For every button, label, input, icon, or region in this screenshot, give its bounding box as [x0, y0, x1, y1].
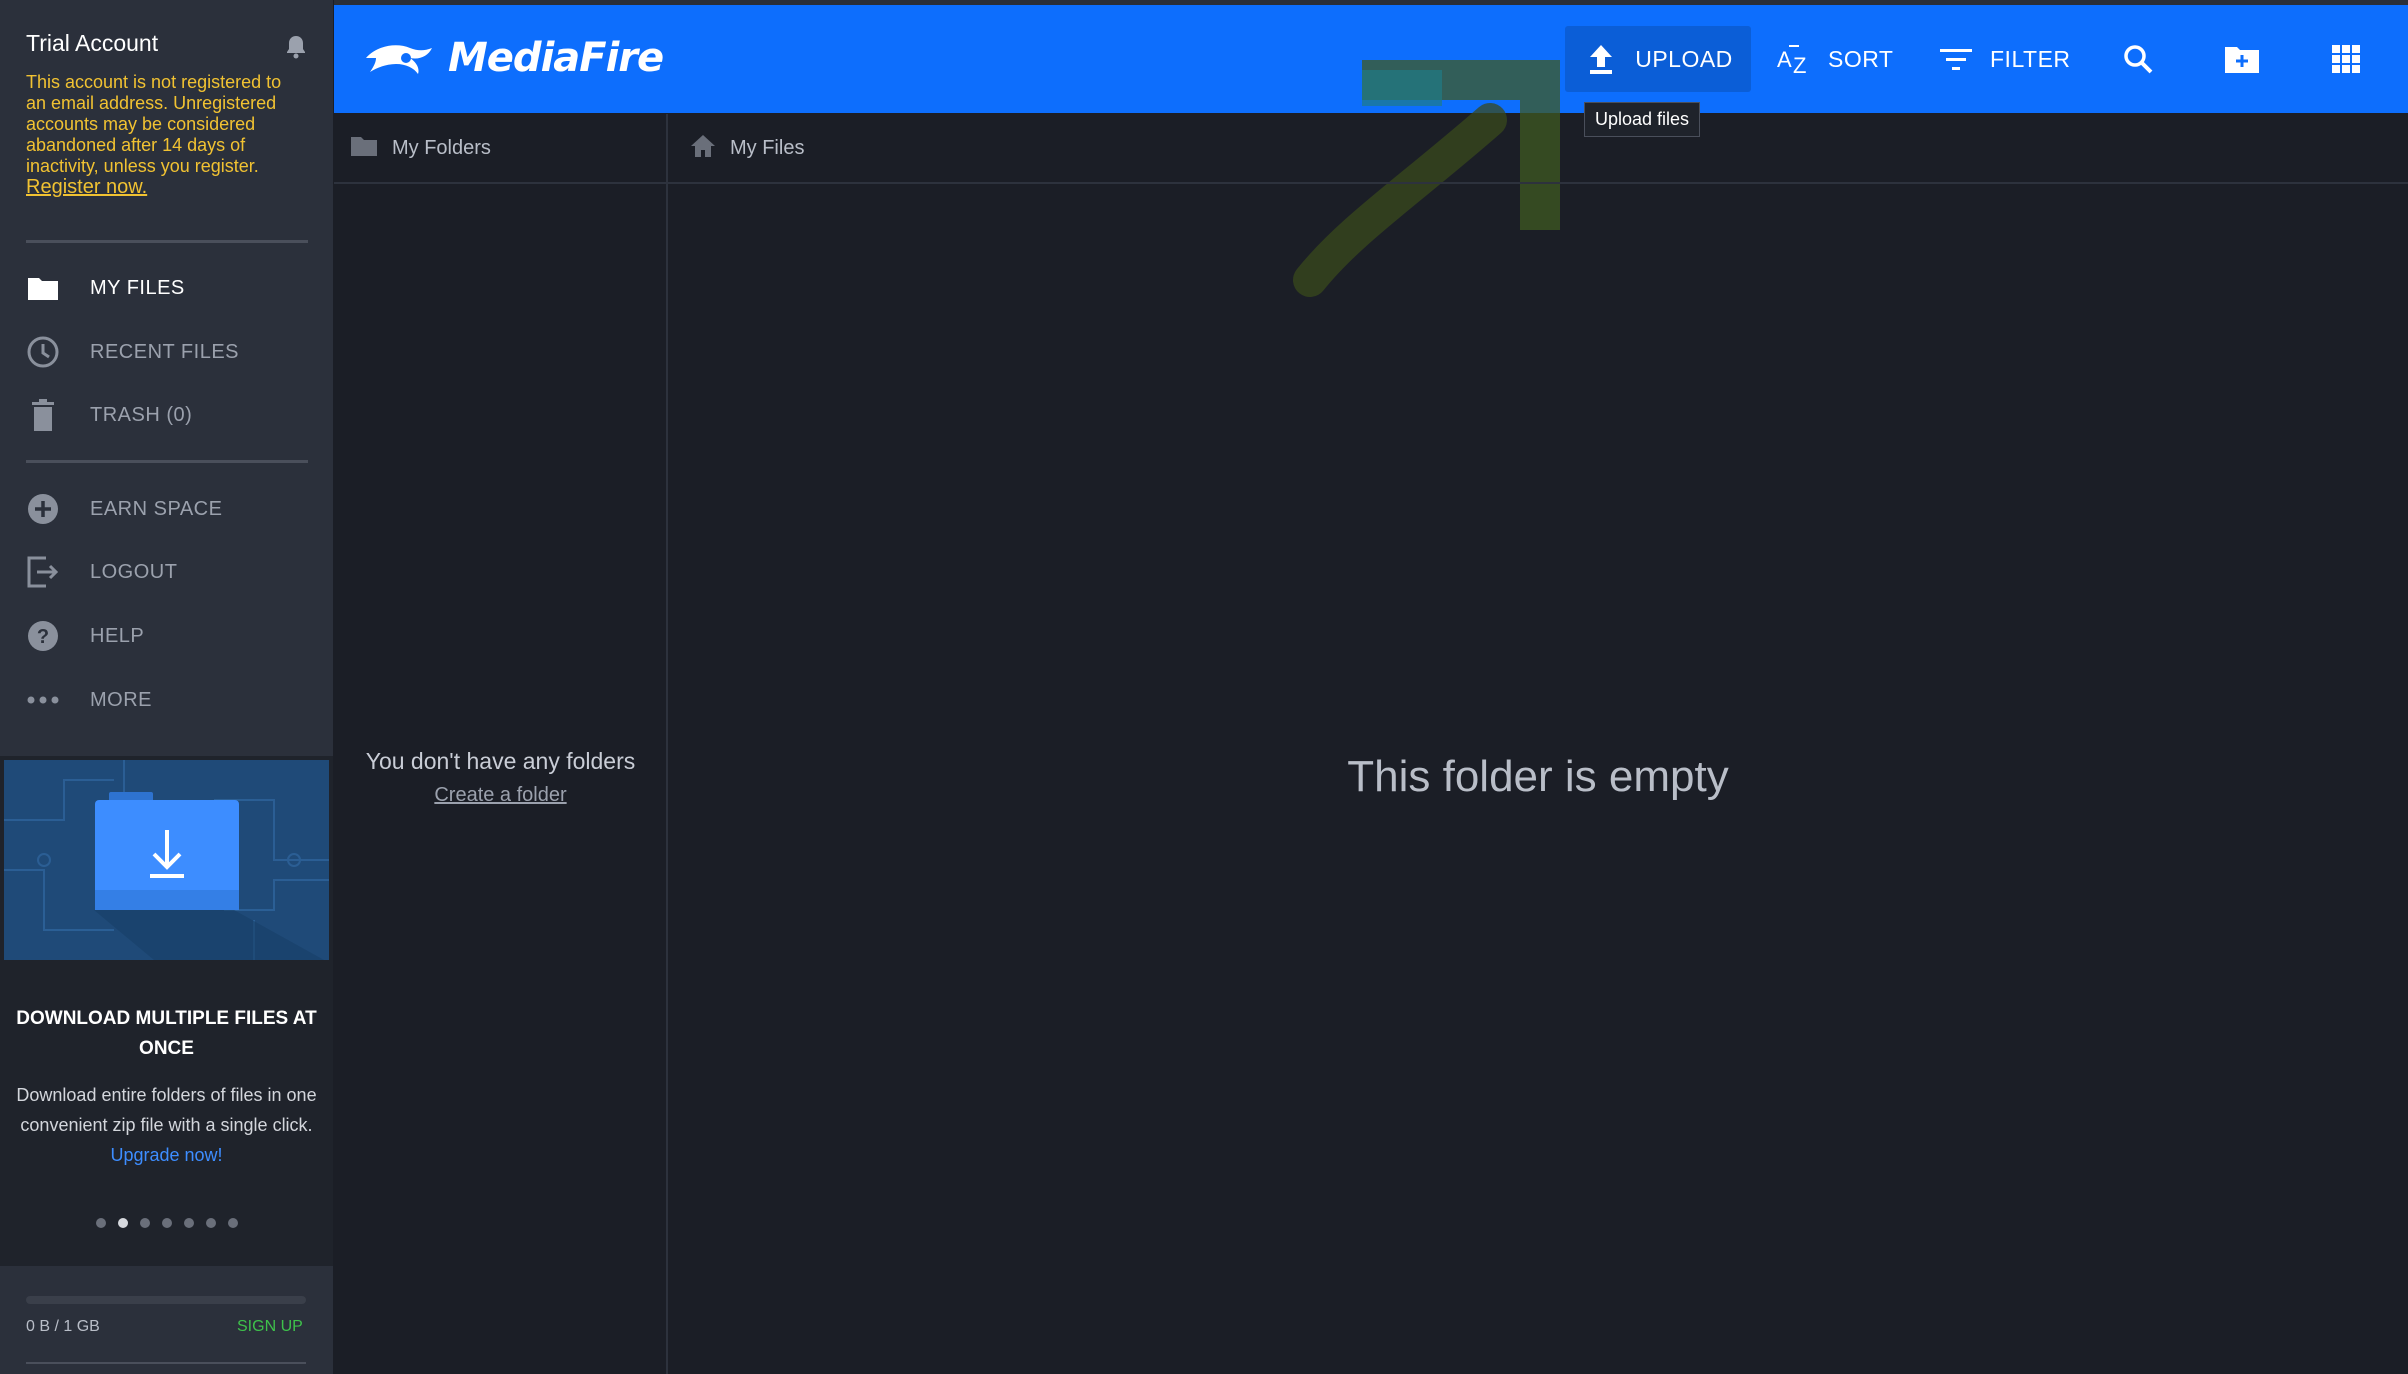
carousel-dot[interactable] [227, 1218, 238, 1228]
carousel-dot[interactable] [161, 1218, 172, 1228]
folder-icon [350, 135, 378, 162]
account-title: Trial Account [26, 30, 159, 56]
promo-card: DOWNLOAD MULTIPLE FILES AT ONCE Download… [0, 756, 333, 1266]
create-folder-link[interactable]: Create a folder [334, 784, 667, 807]
nav-recent-files[interactable]: RECENT FILES [26, 328, 316, 376]
divider [26, 460, 308, 463]
upload-button[interactable]: UPLOAD [1565, 26, 1751, 92]
nav-my-files[interactable]: MY FILES [26, 264, 316, 312]
divider [334, 182, 2408, 184]
nav-label: RECENT FILES [90, 340, 239, 363]
no-folders-message: You don't have any folders [365, 748, 636, 774]
carousel-dot[interactable] [205, 1218, 216, 1228]
promo-description: Download entire folders of files in one … [14, 1080, 319, 1170]
new-folder-icon [2224, 41, 2260, 77]
empty-folder-message: This folder is empty [1347, 752, 1729, 801]
mediafire-logo[interactable]: MediaFire [362, 35, 664, 81]
filter-icon [1938, 41, 1974, 77]
register-link[interactable]: Register now. [26, 176, 147, 198]
brand-name: MediaFire [448, 35, 664, 81]
carousel-dot[interactable] [95, 1218, 106, 1228]
help-icon: ? [26, 619, 60, 653]
filter-label: FILTER [1990, 45, 2071, 72]
nav-label: HELP [90, 624, 145, 647]
grid-view-icon [2328, 41, 2364, 77]
sort-label: SORT [1828, 45, 1894, 72]
promo-illustration [4, 760, 329, 960]
search-button[interactable] [2120, 26, 2156, 92]
folder-icon [26, 271, 60, 305]
carousel-dots [0, 1218, 333, 1228]
carousel-dot[interactable] [139, 1218, 150, 1228]
sort-az-icon: AZ [1776, 41, 1812, 77]
nav-label: LOGOUT [90, 560, 178, 583]
promo-title: DOWNLOAD MULTIPLE FILES AT ONCE [16, 1008, 317, 1059]
sidebar: Trial Account This account is not regist… [0, 0, 333, 1374]
svg-text:?: ? [37, 626, 49, 648]
nav-earn-space[interactable]: EARN SPACE [26, 485, 316, 533]
breadcrumb: My Files [668, 114, 2408, 182]
upload-hint-arrow [1293, 60, 1560, 297]
upgrade-link[interactable]: Upgrade now! [110, 1145, 222, 1165]
nav-label: EARN SPACE [90, 497, 223, 520]
folders-title: My Folders [392, 136, 491, 159]
signup-link[interactable]: SIGN UP [237, 1318, 303, 1336]
bell-icon[interactable] [284, 34, 308, 60]
nav-trash[interactable]: TRASH (0) [26, 391, 316, 439]
carousel-dot[interactable] [183, 1218, 194, 1228]
nav-label: MY FILES [90, 276, 185, 299]
nav-label: TRASH (0) [90, 403, 193, 426]
folders-header: My Folders [334, 114, 667, 182]
svg-text:A: A [1777, 47, 1792, 72]
home-icon[interactable] [690, 134, 716, 163]
divider [666, 114, 668, 1374]
storage-usage: 0 B / 1 GB [26, 1318, 100, 1335]
clock-icon [26, 335, 60, 369]
new-folder-button[interactable] [2224, 26, 2260, 92]
filter-button[interactable]: FILTER [1938, 26, 2071, 92]
grid-view-button[interactable] [2328, 26, 2364, 92]
upload-icon [1583, 41, 1619, 77]
sort-button[interactable]: AZ SORT [1776, 26, 1893, 92]
nav-label: MORE [90, 688, 152, 711]
upload-label: UPLOAD [1635, 45, 1733, 72]
storage-bar [26, 1296, 306, 1304]
nav-more[interactable]: MORE [26, 676, 316, 724]
svg-text:Z: Z [1793, 53, 1807, 75]
divider [26, 1362, 306, 1364]
plus-circle-icon [26, 492, 60, 526]
trash-icon [26, 398, 60, 432]
more-dots-icon [26, 683, 60, 717]
trial-notice-text: This account is not registered to an ema… [26, 72, 282, 176]
nav-logout[interactable]: LOGOUT [26, 548, 316, 596]
trial-notice: This account is not registered to an ema… [26, 72, 301, 198]
flame-logo-icon [366, 45, 432, 74]
search-icon [2120, 41, 2156, 77]
logout-icon [26, 555, 60, 589]
promo-text: Download entire folders of files in one … [16, 1085, 317, 1135]
nav-help[interactable]: ? HELP [26, 612, 316, 660]
breadcrumb-my-files[interactable]: My Files [730, 137, 804, 160]
carousel-dot[interactable] [117, 1218, 128, 1228]
divider [26, 240, 308, 243]
